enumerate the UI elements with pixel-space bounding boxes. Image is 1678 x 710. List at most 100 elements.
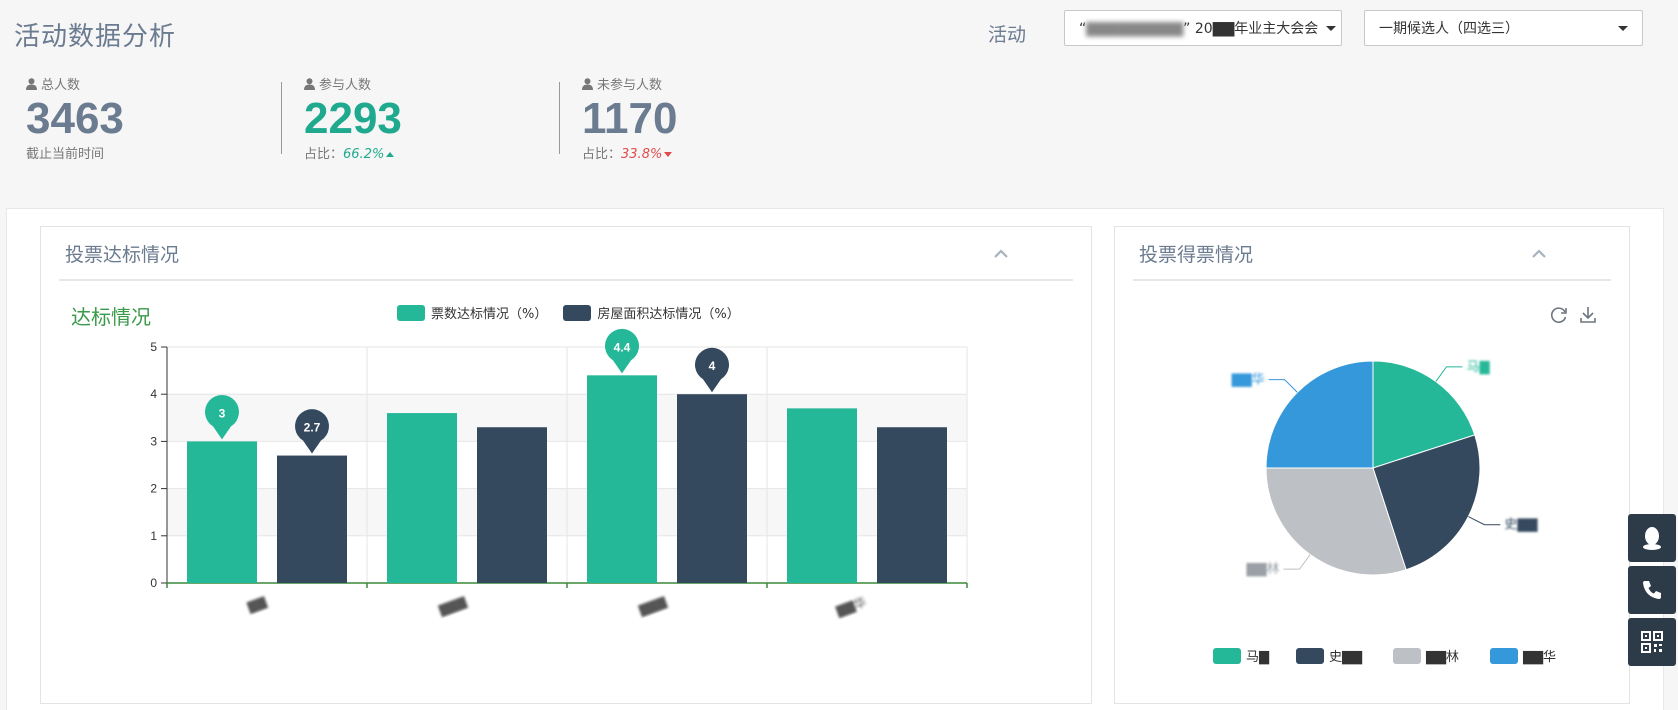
bar [277, 455, 347, 583]
pie-label: ▇▇林 [1246, 562, 1280, 577]
ratio-up-value: 66.2% [343, 147, 385, 163]
stat-participated: 参与人数 2293 占比：66.2% [304, 74, 402, 162]
pie-legend: 马▇ 史▇▇ ▇▇林 ▇▇华 [1213, 648, 1556, 665]
bar [387, 413, 457, 583]
stat-not-participated-label: 未参与人数 [597, 78, 663, 93]
marker-pin: 2.7 [295, 409, 329, 454]
user-icon [582, 77, 593, 90]
y-tick-label: 4 [150, 387, 157, 401]
pie-label-line [1283, 554, 1311, 570]
marker-pin: 4.4 [605, 328, 640, 374]
x-tick-label: ▇▇ [245, 594, 269, 614]
activity-filter-label: 活动 [988, 24, 1027, 46]
legend-item[interactable]: ▇▇华 [1490, 648, 1556, 665]
pie-label-line [1435, 366, 1463, 382]
y-tick-label: 2 [150, 482, 157, 496]
pie-label: ▇▇华 [1231, 373, 1265, 388]
ratio-down-value: 33.8% [621, 147, 663, 163]
legend-swatch [1490, 648, 1518, 664]
user-icon [26, 77, 37, 90]
x-tick-label: ▇▇▇ [636, 594, 668, 617]
phone-button[interactable] [1628, 566, 1676, 614]
x-tick-label: ▇▇华 [834, 595, 868, 619]
arrow-up-icon [386, 152, 395, 158]
qq-icon [1643, 527, 1661, 550]
marker-label: 2.7 [304, 421, 321, 435]
marker-label: 4 [709, 359, 716, 373]
legend-label: 房屋面积达标情况（%） [597, 307, 740, 322]
bar [587, 375, 657, 583]
stat-divider [559, 82, 560, 154]
y-tick-label: 3 [150, 434, 157, 448]
stat-not-participated-ratio: 占比：33.8% [582, 143, 677, 162]
legend-label: 马▇ [1246, 650, 1270, 665]
chevron-up-icon[interactable] [989, 241, 1013, 265]
marker-pin: 4 [694, 347, 729, 393]
bar [477, 427, 547, 583]
pie-label-line [1268, 379, 1298, 393]
qrcode-button[interactable] [1628, 618, 1676, 666]
bar [677, 394, 747, 583]
stat-total: 总人数 3463 截止当前时间 [26, 74, 124, 162]
legend-swatch [563, 304, 592, 321]
stat-divider [281, 82, 282, 154]
pie-label: 史▇▇ [1504, 518, 1538, 533]
user-icon [304, 77, 315, 90]
legend-label: ▇▇林 [1425, 650, 1459, 665]
y-tick-label: 0 [150, 576, 157, 590]
pie-slice [1265, 360, 1374, 469]
stat-participated-label: 参与人数 [319, 78, 372, 93]
x-tick-label: ▇▇▇ [436, 594, 468, 617]
qq-contact-button[interactable] [1628, 514, 1676, 562]
marker-label: 4.4 [614, 340, 631, 354]
legend-item[interactable]: ▇▇林 [1393, 648, 1459, 665]
stat-total-label: 总人数 [41, 78, 81, 93]
bar [187, 441, 257, 583]
chart-title: 达标情况 [71, 305, 151, 329]
phone-icon [1643, 581, 1661, 599]
legend-swatch [397, 304, 425, 321]
y-tick-label: 5 [150, 340, 157, 354]
legend-swatch [1393, 648, 1421, 664]
bar-chart: 012345▇▇ ▇▇▇ ▇▇▇ ▇▇华32.74.44 [150, 328, 968, 619]
stat-not-participated: 未参与人数 1170 占比：33.8% [582, 74, 677, 162]
activity-select[interactable]: “▇▇▇▇▇▇▇▇▇” 20▇▇年业主大会会 [1064, 10, 1342, 46]
stat-participated-value: 2293 [304, 94, 402, 143]
legend-item[interactable]: 票数达标情况（%） [397, 303, 547, 322]
stat-total-note: 截止当前时间 [26, 147, 105, 163]
panel-header: 投票达标情况 [59, 227, 1073, 281]
legend-item[interactable]: 房屋面积达标情况（%） [563, 303, 740, 322]
panel-title: 投票达标情况 [65, 243, 180, 266]
stat-not-participated-value: 1170 [582, 94, 678, 143]
bar [787, 408, 857, 583]
legend-item[interactable]: 史▇▇ [1296, 648, 1363, 665]
bar-legend: 票数达标情况（%） 房屋面积达标情况（%） [397, 303, 740, 322]
candidate-select[interactable]: 一期候选人（四选三） [1364, 10, 1643, 46]
caret-down-icon [1326, 25, 1337, 31]
pie-chart: 马▇史▇▇▇▇林▇▇华马▇ 史▇▇ ▇▇林 ▇▇华 [1213, 360, 1556, 665]
vote-standard-panel: 投票达标情况 达标情况 票数达标情况（%） 房屋面积达标情况（%） 0 1 2 3 4 5… [40, 226, 1092, 704]
pie-label: 马▇ [1466, 360, 1490, 375]
caret-down-icon [1618, 25, 1628, 31]
vote-result-panel: 投票得票情况 马▇ 史▇▇ ▇▇林 ▇▇华 马▇ 史▇▇ ▇▇林 ▇▇华 [1114, 226, 1630, 704]
y-tick-label: 1 [150, 529, 157, 543]
panel-header: 投票得票情况 [1133, 227, 1611, 281]
stat-total-value: 3463 [26, 94, 124, 143]
activity-select-value: “▇▇▇▇▇▇▇▇▇” 20▇▇年业主大会会 [1079, 21, 1319, 37]
candidate-select-value: 一期候选人（四选三） [1379, 21, 1519, 37]
qrcode-icon [1641, 631, 1663, 653]
chevron-up-icon[interactable] [1527, 241, 1551, 265]
arrow-down-icon [664, 152, 673, 158]
page-title: 活动数据分析 [14, 22, 177, 52]
legend-label: 史▇▇ [1329, 650, 1363, 665]
bar [877, 427, 947, 583]
marker-label: 3 [219, 406, 226, 420]
legend-swatch [1213, 648, 1241, 664]
legend-label: ▇▇华 [1522, 650, 1556, 665]
panel-title: 投票得票情况 [1139, 243, 1254, 266]
stat-participated-ratio: 占比：66.2% [304, 143, 402, 162]
legend-swatch [1296, 648, 1324, 664]
legend-label: 票数达标情况（%） [431, 307, 548, 322]
legend-item[interactable]: 马▇ [1213, 648, 1270, 665]
pie-label-line [1468, 516, 1501, 526]
